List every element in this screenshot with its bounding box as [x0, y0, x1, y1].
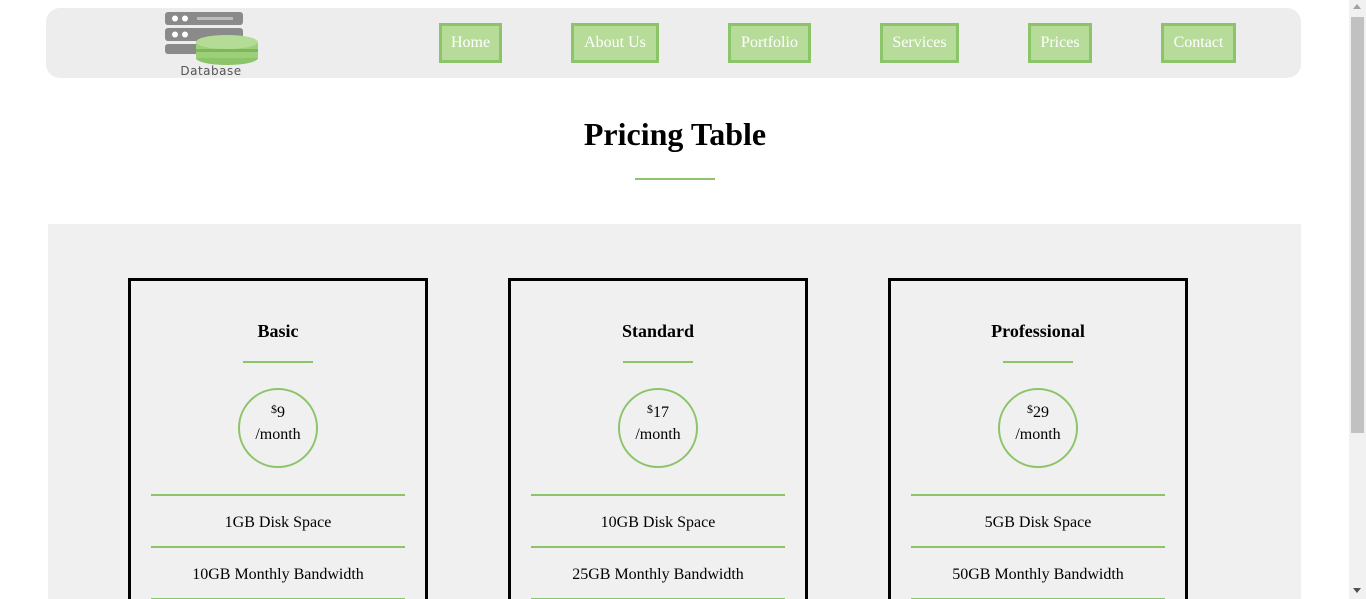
plan-name-divider — [243, 361, 313, 363]
price-amount: $17 — [620, 402, 696, 422]
plan-name-divider — [1003, 361, 1073, 363]
feature-item: 5GB Disk Space — [984, 514, 1092, 531]
scroll-down-arrow-icon[interactable] — [1353, 588, 1361, 593]
plan-name: Standard — [621, 321, 695, 341]
nav-services-button[interactable]: Services — [880, 23, 959, 63]
price-amount: $9 — [240, 402, 316, 422]
feature-item: 50GB Monthly Bandwidth — [952, 566, 1124, 583]
feature-divider — [151, 546, 405, 548]
nav-contact-button[interactable]: Contact — [1161, 23, 1236, 63]
vertical-scrollbar[interactable] — [1349, 0, 1366, 599]
price-badge: $29 /month — [998, 388, 1078, 468]
feature-item: 25GB Monthly Bandwidth — [572, 566, 744, 583]
price-badge: $17 /month — [618, 388, 698, 468]
nav-portfolio-button[interactable]: Portfolio — [728, 23, 811, 63]
price-amount: $29 — [1000, 402, 1076, 422]
price-currency: $ — [271, 402, 277, 416]
price-value: 29 — [1033, 404, 1049, 421]
feature-divider — [531, 494, 785, 496]
price-value: 9 — [277, 404, 285, 421]
nav-about-us-button[interactable]: About Us — [571, 23, 659, 63]
price-period: /month — [255, 426, 301, 443]
scrollbar-thumb[interactable] — [1351, 17, 1364, 433]
plan-name-divider — [623, 361, 693, 363]
feature-divider — [911, 546, 1165, 548]
feature-item: 10GB Monthly Bandwidth — [192, 566, 364, 583]
page-title: Pricing Table — [583, 116, 767, 152]
scroll-up-arrow-icon[interactable] — [1353, 4, 1361, 9]
feature-divider — [911, 494, 1165, 496]
plan-name: Basic — [257, 321, 299, 341]
price-value: 17 — [653, 404, 669, 421]
feature-divider — [151, 494, 405, 496]
logo[interactable]: Database — [165, 10, 261, 78]
price-badge: $9 /month — [238, 388, 318, 468]
title-divider — [635, 178, 715, 180]
price-currency: $ — [1027, 402, 1033, 416]
price-period: /month — [635, 426, 681, 443]
price-currency: $ — [647, 402, 653, 416]
price-period: /month — [1015, 426, 1061, 443]
nav-home-button[interactable]: Home — [439, 23, 502, 63]
page: Database Home About Us Portfolio Service… — [0, 0, 1366, 599]
pricing-card-professional: Professional $29 /month 5GB Disk Space 5… — [888, 278, 1188, 599]
nav-prices-button[interactable]: Prices — [1028, 23, 1092, 63]
feature-item: 10GB Disk Space — [600, 514, 716, 531]
feature-divider — [531, 546, 785, 548]
pricing-card-basic: Basic $9 /month 1GB Disk Space 10GB Mont… — [128, 278, 428, 599]
plan-name: Professional — [991, 321, 1085, 341]
database-server-icon — [165, 12, 258, 65]
logo-text: Database — [180, 64, 242, 78]
feature-item: 1GB Disk Space — [224, 514, 332, 531]
site-header: Database Home About Us Portfolio Service… — [46, 8, 1301, 78]
pricing-card-standard: Standard $17 /month 10GB Disk Space 25GB… — [508, 278, 808, 599]
